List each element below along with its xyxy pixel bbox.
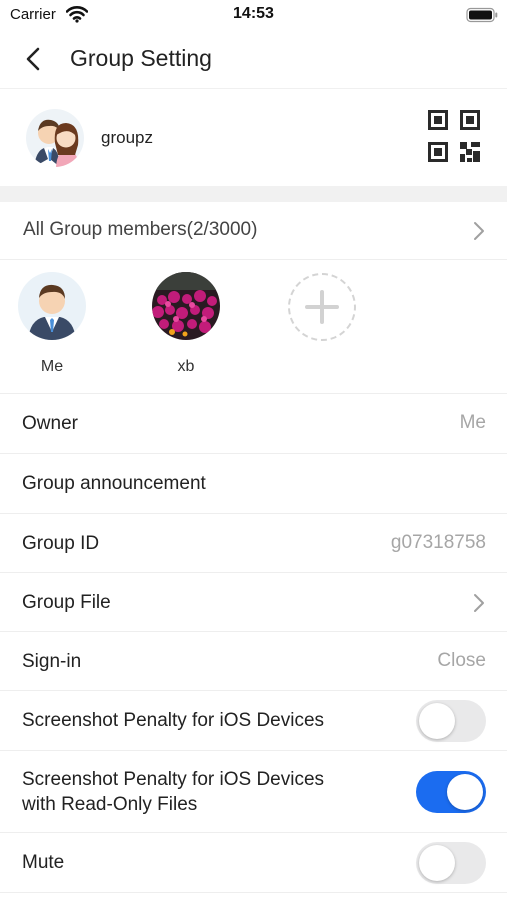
nav-bar: Group Setting (0, 32, 507, 88)
status-bar: Carrier 14:53 (0, 0, 507, 32)
chevron-right-icon (474, 594, 484, 612)
screenshot-penalty-row: Screenshot Penalty for iOS Devices (0, 691, 507, 751)
all-members-row[interactable]: All Group members(2/3000) (0, 202, 507, 260)
label-line: Screenshot Penalty for iOS Devices (22, 769, 325, 790)
flower-photo-avatar-icon (152, 272, 220, 340)
chevron-right-icon (474, 222, 484, 240)
member-name: xb (177, 358, 195, 375)
member-item[interactable]: Me (7, 272, 97, 376)
owner-row[interactable]: Owner Me (0, 394, 507, 454)
label-line: with Read-Only Files (22, 794, 198, 815)
group-announcement-label: Group announcement (22, 473, 206, 494)
all-members-label: All Group members(2/3000) (23, 219, 258, 240)
member-avatar (18, 272, 86, 340)
status-time: 14:53 (233, 5, 274, 22)
chevron-left-icon[interactable] (24, 46, 44, 72)
group-id-value: g07318758 (390, 532, 486, 553)
group-name: groupz (101, 128, 153, 147)
owner-label: Owner (22, 413, 78, 434)
section-divider (0, 186, 507, 202)
mute-toggle[interactable] (416, 842, 486, 884)
mute-label: Mute (22, 852, 65, 873)
group-avatar[interactable] (26, 109, 84, 167)
owner-value: Me (459, 412, 486, 433)
sign-in-label: Sign-in (22, 651, 82, 672)
group-file-label: Group File (22, 592, 111, 613)
screenshot-penalty-readonly-toggle[interactable] (416, 771, 486, 813)
member-item[interactable]: xb (141, 272, 231, 376)
add-member-button[interactable] (288, 273, 356, 341)
screenshot-penalty-readonly-row: Screenshot Penalty for iOS Devices with … (0, 751, 507, 833)
group-file-row[interactable]: Group File (0, 573, 507, 632)
sign-in-row[interactable]: Sign-in Close (0, 632, 507, 691)
member-name: Me (40, 358, 64, 375)
screenshot-penalty-readonly-label: Screenshot Penalty for iOS Devices with … (22, 767, 324, 817)
toggle-knob (419, 703, 455, 739)
group-id-row[interactable]: Group ID g07318758 (0, 514, 507, 573)
businessman-avatar-icon (28, 284, 76, 340)
screenshot-penalty-toggle[interactable] (416, 700, 486, 742)
screenshot-penalty-label: Screenshot Penalty for iOS Devices (22, 710, 325, 731)
member-avatar (152, 272, 220, 340)
group-id-label: Group ID (22, 533, 100, 554)
page-title: Group Setting (70, 45, 212, 71)
plus-icon (305, 290, 339, 324)
members-grid: Me xb (0, 260, 507, 394)
mute-row: Mute (0, 833, 507, 893)
battery-icon (466, 7, 498, 23)
toggle-knob (419, 845, 455, 881)
couple-avatar-icon (34, 119, 79, 167)
group-header: groupz (0, 88, 507, 186)
toggle-knob (447, 774, 483, 810)
sign-in-value: Close (437, 650, 486, 671)
qr-code-icon[interactable] (426, 108, 482, 164)
group-announcement-row[interactable]: Group announcement (0, 454, 507, 514)
